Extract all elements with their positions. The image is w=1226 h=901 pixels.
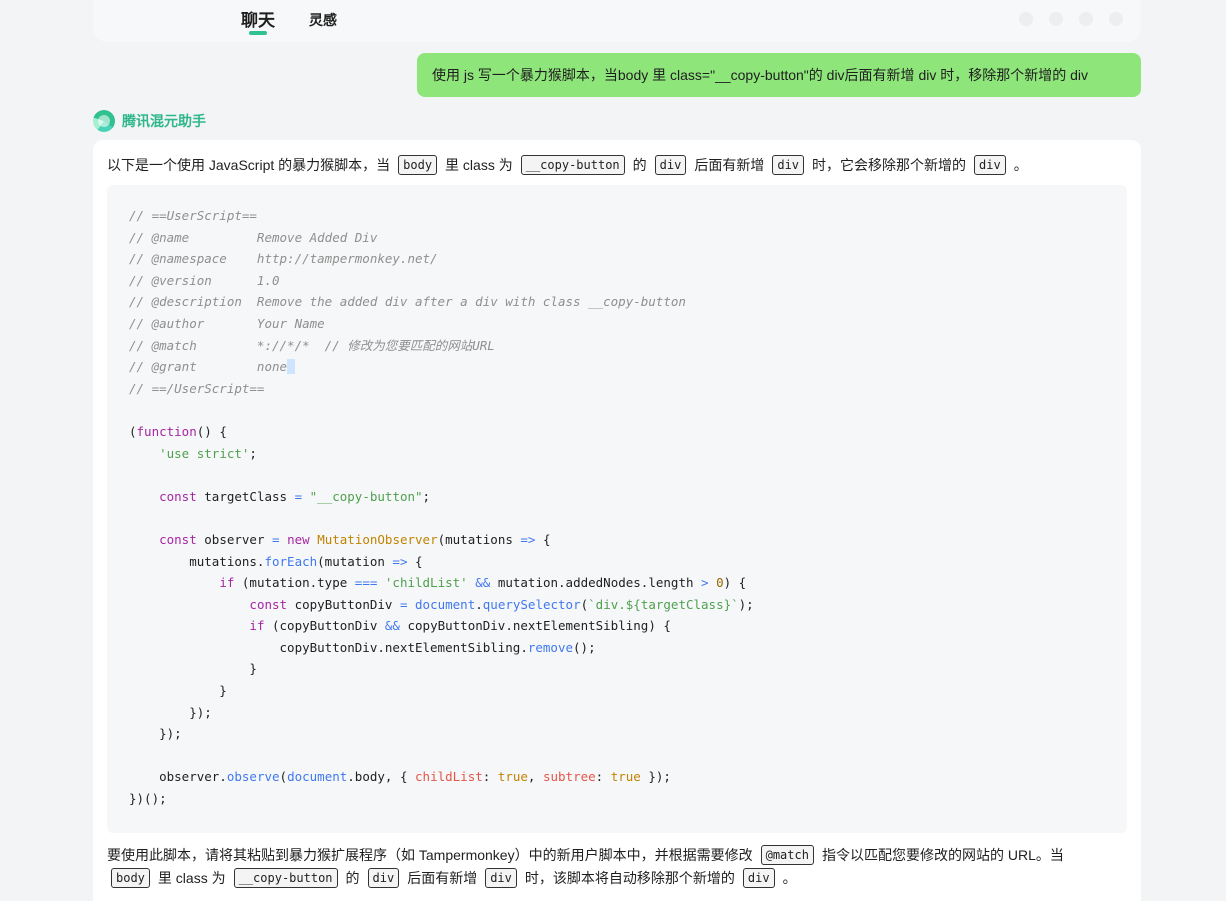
code-line: const targetClass = "__copy-button"; — [159, 488, 431, 504]
outro-text: 要使用此脚本，请将其粘贴到暴力猴扩展程序（如 Tampermonkey）中的新用… — [107, 847, 753, 863]
code-line: copyButtonDiv.nextElementSibling.remove(… — [129, 639, 596, 655]
code-line: // @namespace http://tampermonkey.net/ — [129, 251, 438, 267]
code-line: // @grant none — [129, 356, 1105, 378]
assistant-header: 腾讯混元助手 — [93, 110, 206, 132]
code-line: // @version 1.0 — [129, 272, 280, 288]
inline-code: div — [974, 155, 1006, 175]
intro-text: 。 — [1013, 157, 1028, 173]
intro-text: 以下是一个使用 JavaScript 的暴力猴脚本，当 — [107, 157, 391, 173]
code-line: // @name Remove Added Div — [129, 229, 378, 245]
user-message-bubble: 使用 js 写一个暴力猴脚本，当body 里 class="__copy-but… — [417, 53, 1141, 97]
header-action-icon[interactable] — [1079, 12, 1093, 26]
outro-text: 。 — [782, 870, 797, 886]
inline-code: div — [772, 155, 805, 175]
inline-code: body — [111, 868, 150, 888]
code-line: if (mutation.type === 'childList' && mut… — [219, 575, 747, 591]
intro-text: 时，它会移除那个新增的 — [812, 157, 967, 173]
intro-text: 的 — [632, 157, 647, 173]
code-line: } — [129, 683, 227, 699]
outro-text: 时，该脚本将自动移除那个新增的 — [524, 870, 735, 886]
code-line: const observer = new MutationObserver(mu… — [159, 531, 551, 547]
tab-inspiration[interactable]: 灵感 — [309, 10, 337, 30]
assistant-logo-icon — [93, 110, 115, 132]
inline-code: __copy-button — [233, 868, 338, 888]
code-line: } — [129, 661, 257, 677]
code-line: if (copyButtonDiv && copyButtonDiv.nextE… — [249, 618, 671, 634]
inline-code: body — [398, 155, 438, 175]
answer-outro-line-2: body 里 class 为 __copy-button 的 div 后面有新增 div 时，… — [103, 866, 797, 890]
code-line: (function() { — [129, 423, 227, 439]
code-line: const copyButtonDiv = document.querySele… — [249, 596, 754, 612]
outro-text: 里 class 为 — [157, 870, 226, 886]
intro-text: 里 class 为 — [445, 157, 513, 173]
header-action-icon[interactable] — [1019, 12, 1033, 26]
code-line: }); — [129, 704, 212, 720]
outro-text: 后面有新增 — [407, 870, 478, 886]
code-line: }); — [129, 726, 182, 742]
header-actions — [1019, 12, 1123, 26]
top-header: 聊天 灵感 — [93, 0, 1141, 42]
code-line: // ==UserScript== — [129, 208, 257, 223]
code-block[interactable]: // ==UserScript== // @name Remove Added D… — [107, 185, 1127, 833]
tab-chat[interactable]: 聊天 — [241, 6, 275, 35]
inline-code: __copy-button — [520, 155, 625, 175]
intro-text: 后面有新增 — [694, 157, 765, 173]
code-line: // ==/UserScript== — [129, 380, 265, 396]
code-line: // @description Remove the added div aft… — [129, 294, 686, 310]
answer-outro-line-1: 要使用此脚本，请将其粘贴到暴力猴扩展程序（如 Tampermonkey）中的新用… — [107, 843, 1064, 867]
code-line: mutations.forEach(mutation => { — [129, 553, 423, 569]
answer-intro: 以下是一个使用 JavaScript 的暴力猴脚本，当 body 里 class 为… — [107, 153, 1028, 177]
header-action-icon[interactable] — [1049, 12, 1063, 26]
assistant-name: 腾讯混元助手 — [122, 113, 206, 129]
code-line: // @match *://*/* // 修改为您要匹配的网站URL — [129, 337, 495, 353]
inline-code: div — [485, 868, 517, 888]
assistant-answer-card: 以下是一个使用 JavaScript 的暴力猴脚本，当 body 里 class 为… — [93, 140, 1141, 901]
inline-code: div — [742, 868, 775, 888]
code-line: observer.observe(document.body, { childL… — [129, 769, 671, 785]
header-action-icon[interactable] — [1109, 12, 1123, 26]
code-line: })(); — [129, 791, 167, 807]
code-line: 'use strict'; — [159, 445, 257, 461]
code-line: // @author Your Name — [129, 315, 325, 331]
outro-text: 的 — [345, 870, 360, 886]
inline-code: @match — [760, 845, 814, 865]
outro-text: 指令以匹配您要修改的网站的 URL。当 — [821, 847, 1064, 863]
inline-code: div — [367, 868, 400, 888]
inline-code: div — [654, 155, 687, 175]
